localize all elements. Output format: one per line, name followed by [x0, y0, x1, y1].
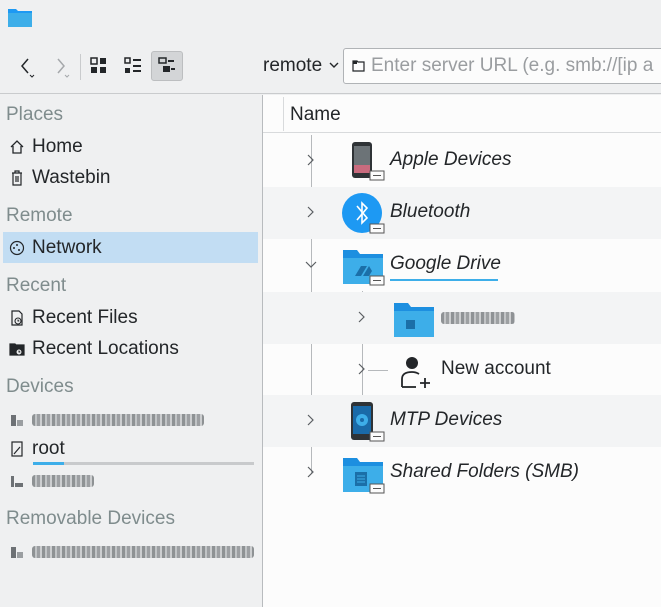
removable-drive-icon — [8, 543, 26, 561]
list-item-shared-folders-smb[interactable]: Shared Folders (SMB) — [263, 447, 661, 499]
drive-icon — [8, 440, 26, 458]
rename-underline — [390, 279, 498, 281]
list-item-google-drive[interactable]: Google Drive — [263, 239, 661, 291]
section-devices: Devices — [6, 376, 74, 397]
list-item-mtp-devices[interactable]: MTP Devices — [263, 395, 661, 447]
section-removable-devices: Removable Devices — [6, 508, 175, 529]
column-name-header[interactable]: Name — [290, 104, 341, 126]
item-label: Apple Devices — [390, 149, 512, 170]
account-folder-icon — [392, 295, 438, 341]
list-item-bluetooth[interactable]: Bluetooth — [263, 187, 661, 239]
section-remote: Remote — [6, 205, 73, 226]
details-view-button[interactable] — [151, 51, 183, 81]
places-panel: Places Home Wastebin Remote Network Rece… — [0, 95, 262, 607]
header-separator — [283, 97, 284, 131]
location-label[interactable]: remote — [263, 55, 322, 77]
back-arrow-icon — [21, 58, 35, 78]
folder-app-icon — [8, 9, 32, 27]
trash-icon — [8, 169, 26, 187]
icons-view-button[interactable] — [83, 51, 115, 81]
list-item-new-account[interactable]: New account — [263, 344, 661, 396]
sidebar-item-network[interactable]: Network — [3, 232, 258, 263]
item-label: Bluetooth — [390, 201, 471, 222]
chevron-right-icon[interactable] — [307, 414, 315, 426]
chevron-right-icon[interactable] — [358, 363, 366, 375]
chevron-right-icon[interactable] — [307, 154, 315, 166]
blurred-device-name — [32, 474, 94, 487]
compact-view-icon — [124, 57, 141, 73]
sidebar-item-device-1[interactable] — [3, 404, 258, 435]
forward-button[interactable] — [44, 51, 76, 81]
back-button[interactable] — [10, 51, 42, 81]
chevron-down-icon[interactable] — [328, 62, 340, 70]
item-label: New account — [441, 358, 551, 379]
drive-icon — [8, 472, 26, 490]
url-input[interactable]: Enter server URL (e.g. smb://[ip a — [343, 48, 661, 84]
add-user-icon — [392, 347, 438, 393]
sidebar-item-device-2[interactable] — [3, 465, 258, 496]
sidebar-item-recent-files[interactable]: Recent Files — [3, 302, 258, 333]
column-header: Name — [263, 95, 661, 133]
network-icon — [8, 239, 26, 257]
title-bar — [0, 0, 661, 40]
chevron-right-icon[interactable] — [307, 466, 315, 478]
blurred-device-name — [32, 413, 204, 426]
toolbar-separator — [80, 54, 81, 80]
file-view: Name Apple Devices Bluetooth Google Driv… — [262, 95, 661, 607]
item-label: Google Drive — [390, 253, 501, 274]
sidebar-item-home[interactable]: Home — [3, 131, 258, 162]
section-recent: Recent — [6, 275, 67, 296]
recent-files-icon — [8, 309, 26, 327]
folder-small-icon — [352, 60, 365, 72]
blurred-account-name — [441, 312, 515, 324]
item-label: Shared Folders (SMB) — [390, 461, 580, 482]
toolbar: remote Enter server URL (e.g. smb://[ip … — [0, 40, 661, 94]
icons-view-icon — [90, 57, 106, 73]
sidebar-item-root[interactable]: root — [3, 433, 258, 464]
drive-icon — [8, 411, 26, 429]
phone-icon — [341, 138, 387, 184]
recent-locations-icon — [8, 340, 26, 358]
smb-folder-icon — [341, 450, 387, 496]
sidebar-item-removable-1[interactable] — [3, 536, 258, 567]
item-label: MTP Devices — [390, 409, 503, 430]
bluetooth-icon — [341, 190, 387, 236]
chevron-down-icon[interactable] — [305, 261, 317, 269]
blurred-device-name — [32, 545, 254, 558]
mtp-device-icon — [341, 398, 387, 444]
sidebar-item-recent-locations[interactable]: Recent Locations — [3, 333, 258, 364]
list-item-apple-devices[interactable]: Apple Devices — [263, 135, 661, 187]
chevron-right-icon[interactable] — [307, 206, 315, 218]
sidebar-item-wastebin[interactable]: Wastebin — [3, 162, 258, 193]
details-view-icon — [158, 57, 175, 72]
chevron-right-icon[interactable] — [358, 311, 366, 323]
section-places: Places — [6, 104, 64, 125]
home-icon — [8, 138, 26, 156]
google-drive-folder-icon — [341, 242, 387, 288]
list-item-google-account[interactable] — [263, 292, 661, 344]
compact-view-button[interactable] — [117, 51, 149, 81]
forward-arrow-icon — [57, 58, 70, 78]
url-placeholder: Enter server URL (e.g. smb://[ip a — [371, 55, 654, 76]
